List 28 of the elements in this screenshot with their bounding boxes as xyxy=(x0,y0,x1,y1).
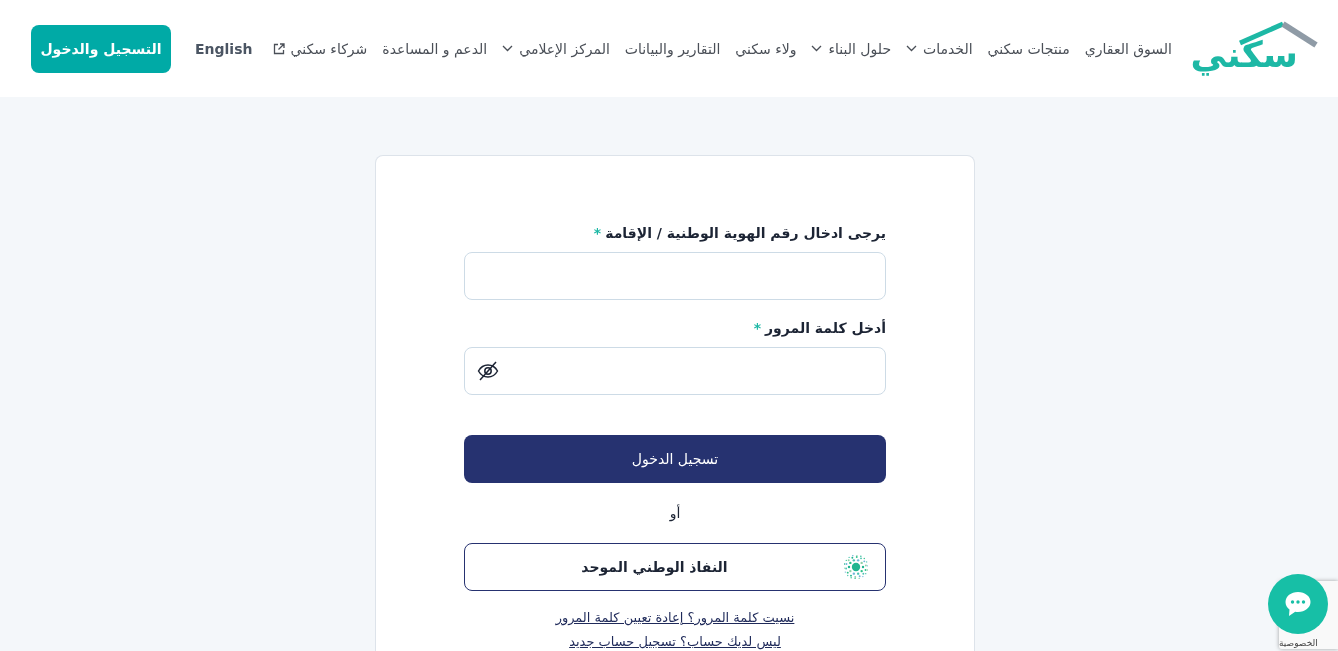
sign-in-button[interactable]: تسجيل الدخول xyxy=(464,435,886,483)
id-number-field[interactable] xyxy=(464,252,886,300)
nav-link[interactable]: المركز الإعلامي xyxy=(502,40,610,57)
nav-link[interactable]: شركاء سكني xyxy=(272,40,368,57)
chevron-down-icon xyxy=(502,45,514,52)
nav-link[interactable]: حلول البناء xyxy=(811,40,892,57)
field-label: أدخل كلمة المرور * xyxy=(752,318,886,339)
chevron-down-icon xyxy=(811,45,823,52)
text-link[interactable]: ليس لديك حساب؟ تسجيل حساب جديد xyxy=(569,632,781,651)
password-field[interactable] xyxy=(464,347,886,395)
nav-link[interactable]: منتجات سكني xyxy=(987,40,1070,57)
nav-link[interactable]: الخدمات xyxy=(906,40,973,57)
chevron-down-icon xyxy=(906,45,918,52)
speech-bubble-icon xyxy=(1284,591,1312,617)
field-label: يرجى ادخال رقم الهوية الوطنية / الإقامة * xyxy=(592,224,886,244)
or-separator: أو xyxy=(669,503,681,523)
dotted-circle-icon xyxy=(844,555,868,579)
nav-link[interactable]: ولاء سكني xyxy=(735,40,797,57)
nav-link[interactable]: الدعم و المساعدة xyxy=(382,40,488,57)
nav-link[interactable]: السوق العقاري xyxy=(1084,40,1172,57)
language-link[interactable]: English xyxy=(195,40,253,57)
nav-link[interactable]: التقارير والبيانات xyxy=(624,40,721,57)
external-link-icon xyxy=(272,42,285,55)
privacy-text[interactable]: الخصوصية xyxy=(1279,638,1318,648)
eye-slash-icon[interactable] xyxy=(477,361,499,381)
nafath-login-button[interactable]: النفاذ الوطني الموحد xyxy=(464,543,886,591)
chat-button[interactable] xyxy=(1268,574,1328,634)
text-link[interactable]: نسيت كلمة المرور؟ إعادة تعيين كلمة المرور xyxy=(555,608,795,628)
